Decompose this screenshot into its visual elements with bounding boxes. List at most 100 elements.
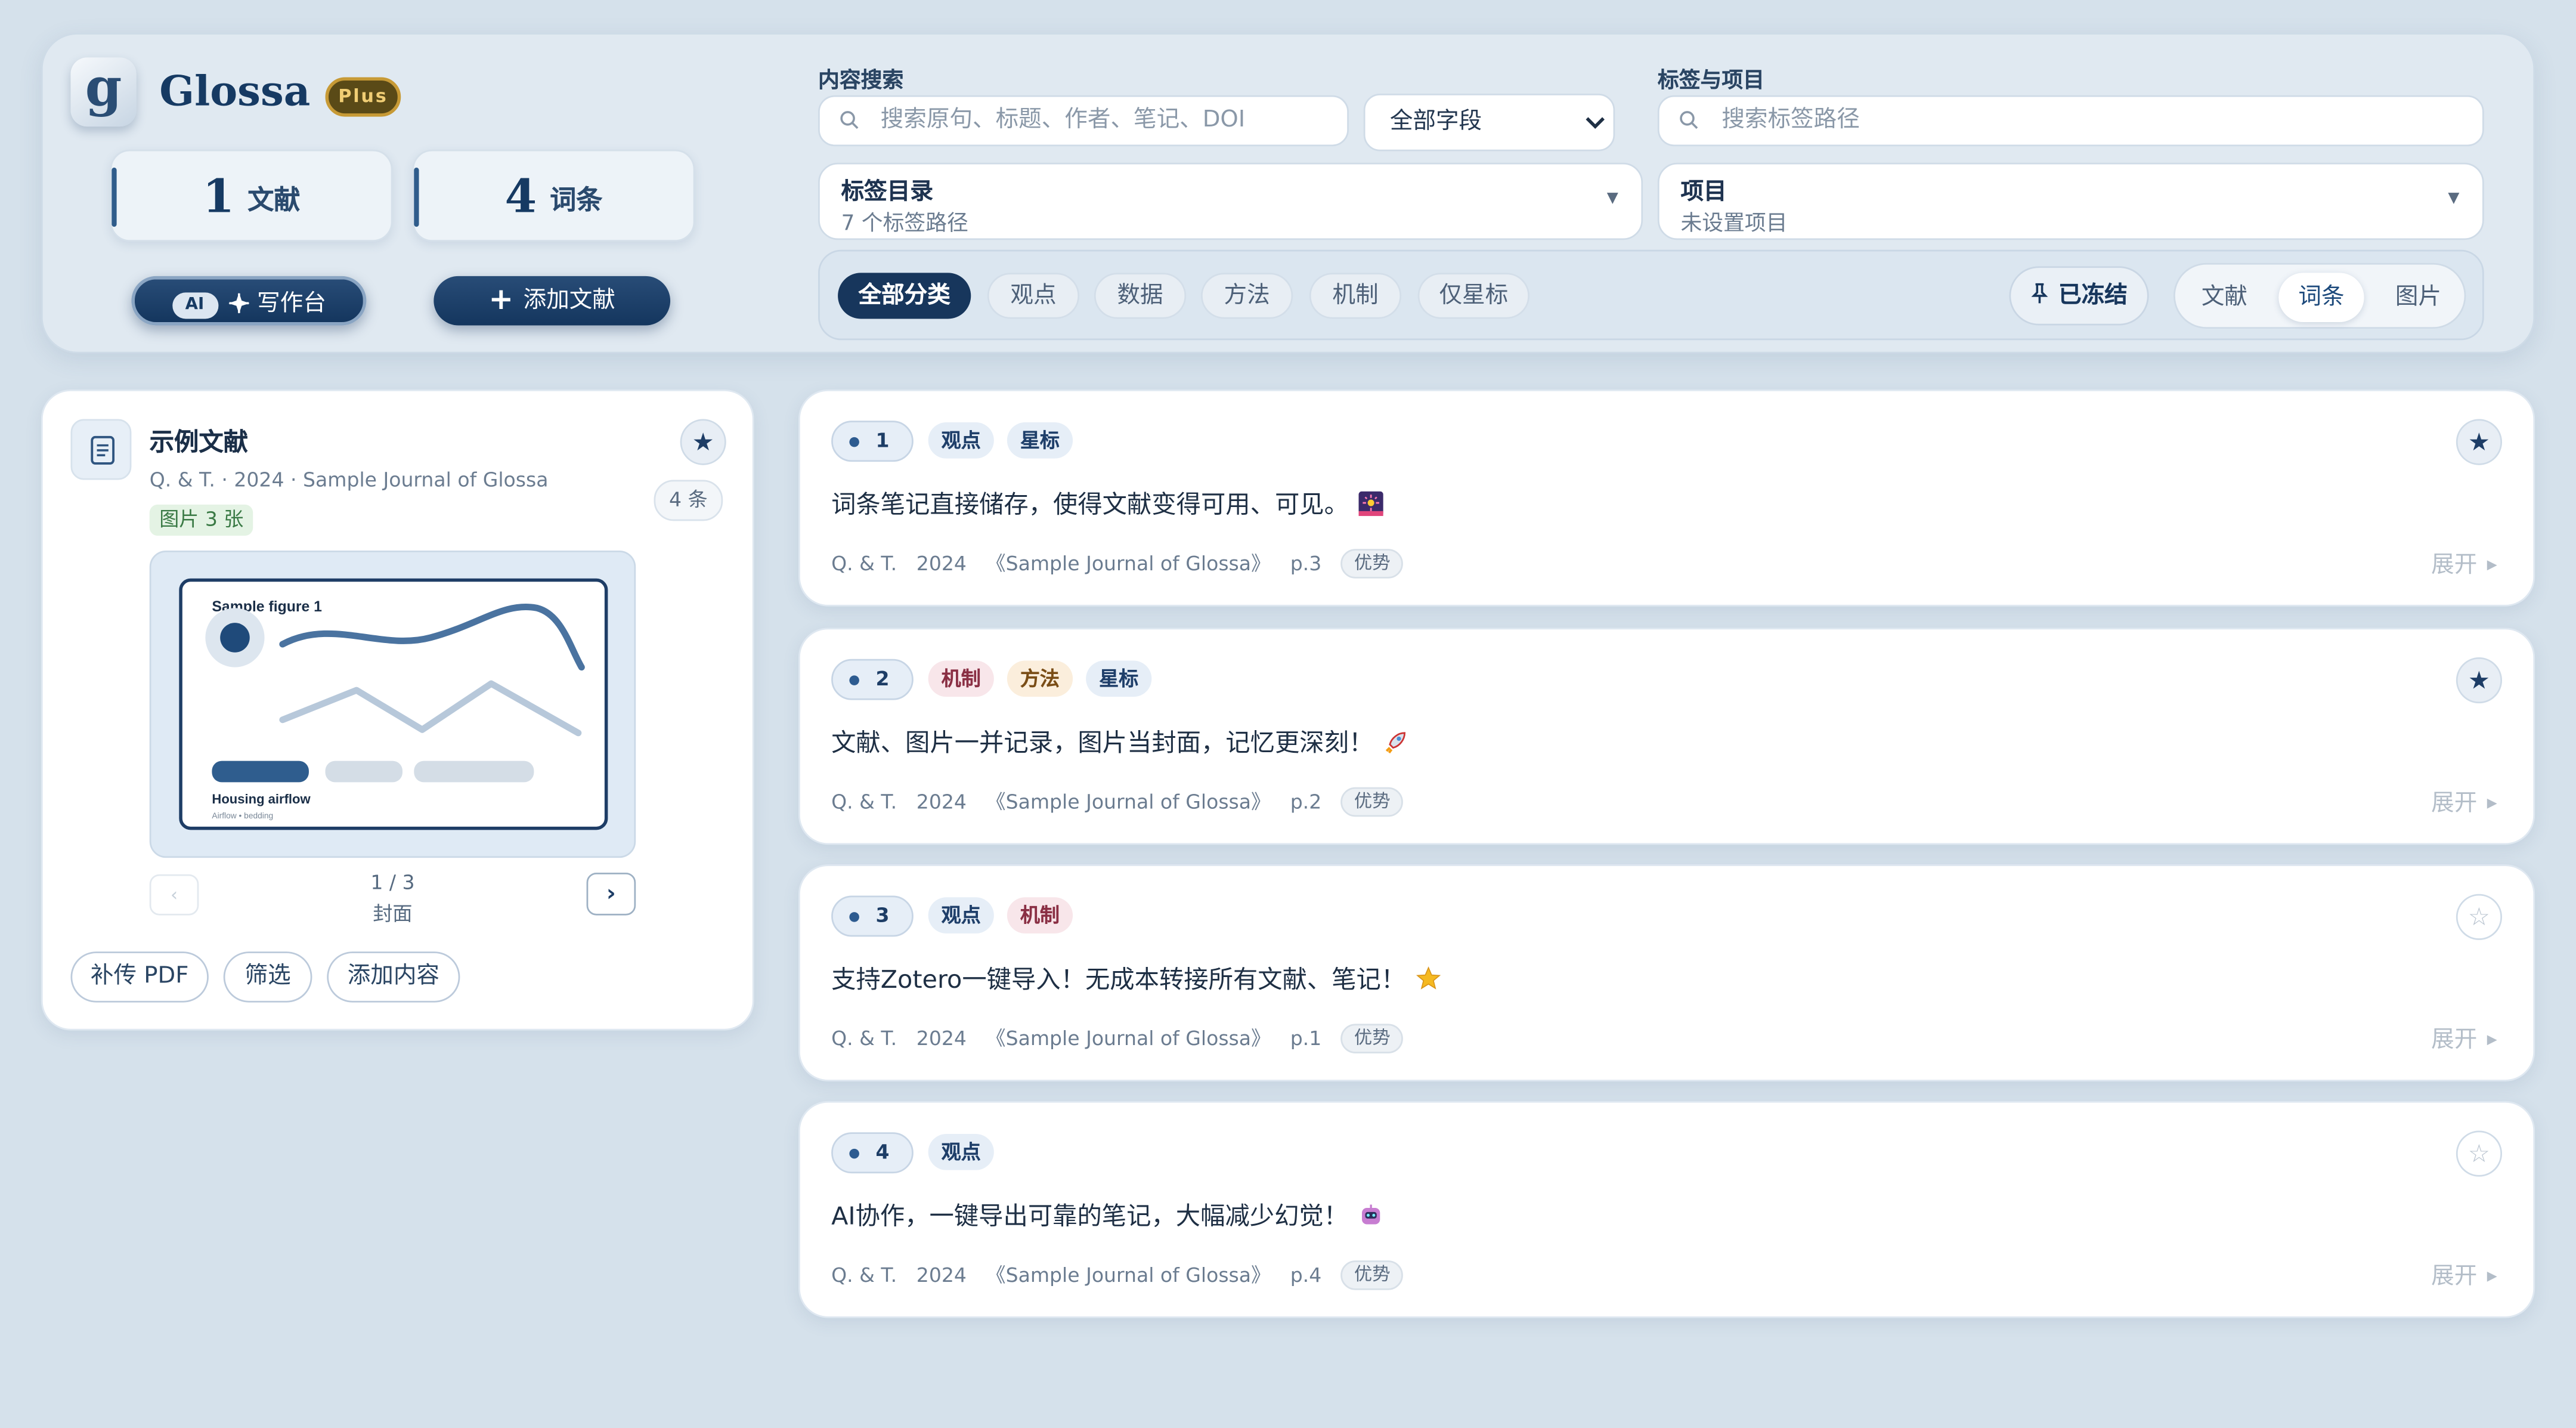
search-field-select[interactable]: 全部字段 bbox=[1363, 94, 1615, 152]
entry-citation: Q. & T. 2024 《Sample Journal of Glossa》 … bbox=[831, 1260, 1417, 1290]
fireworks-icon bbox=[1358, 491, 1383, 517]
category-viewpoint[interactable]: 观点 bbox=[987, 273, 1080, 319]
category-all[interactable]: 全部分类 bbox=[838, 273, 971, 319]
category-mechanism[interactable]: 机制 bbox=[1309, 273, 1402, 319]
category-method[interactable]: 方法 bbox=[1200, 273, 1293, 319]
star-icon: ★ bbox=[692, 427, 714, 457]
add-content-button[interactable]: 添加内容 bbox=[327, 951, 460, 1003]
search-field-value: 全部字段 bbox=[1389, 108, 1482, 135]
entry-tag[interactable]: 方法 bbox=[1007, 660, 1073, 697]
caret-down-icon: ▼ bbox=[2448, 190, 2460, 208]
stat-documents[interactable]: 1 文献 bbox=[110, 149, 393, 242]
star-icon: ☆ bbox=[2467, 1139, 2490, 1169]
caret-right-icon: ▶ bbox=[2487, 1268, 2497, 1284]
entry-expand-button[interactable]: 展开 ▶ bbox=[2431, 547, 2497, 580]
entry-expand-button[interactable]: 展开 ▶ bbox=[2431, 786, 2497, 818]
content-search-input[interactable]: 搜索原句、标题、作者、笔记、DOI bbox=[818, 95, 1349, 147]
entry-tag[interactable]: 观点 bbox=[928, 422, 994, 459]
entry-card[interactable]: 3 观点 机制 ☆ 支持Zotero一键导入！无成本转接所有文献、笔记！ Q. &… bbox=[798, 864, 2535, 1081]
tag-search-input[interactable]: 搜索标签路径 bbox=[1657, 95, 2484, 147]
entry-card[interactable]: 4 观点 ☆ AI协作，一键导出可靠的笔记，大幅减少幻觉！ Q. & T. 20… bbox=[798, 1101, 2535, 1318]
entry-year: 2024 bbox=[916, 552, 967, 576]
project-value: 未设置项目 bbox=[1680, 212, 1788, 237]
frozen-toggle[interactable]: 已冻结 bbox=[2009, 266, 2149, 326]
add-document-button[interactable]: + 添加文献 bbox=[434, 276, 671, 326]
entry-tag[interactable]: 观点 bbox=[928, 897, 994, 934]
upload-pdf-button[interactable]: 补传 PDF bbox=[70, 951, 209, 1003]
entry-journal: 《Sample Journal of Glossa》 bbox=[986, 790, 1271, 814]
expand-label: 展开 bbox=[2431, 790, 2478, 817]
entry-number: 3 bbox=[875, 904, 890, 927]
entry-count-badge: 4 条 bbox=[654, 480, 723, 521]
entry-star-button[interactable]: ☆ bbox=[2456, 894, 2503, 940]
logo-icon: g bbox=[70, 57, 137, 127]
entry-journal: 《Sample Journal of Glossa》 bbox=[986, 1027, 1271, 1050]
tag-directory-dropdown[interactable]: 标签目录 7 个标签路径 ▼ bbox=[818, 162, 1643, 240]
content-search-label: 内容搜索 bbox=[818, 69, 904, 94]
tab-entries[interactable]: 词条 bbox=[2278, 273, 2364, 322]
ai-badge: AI bbox=[171, 292, 218, 319]
entry-author: Q. & T. bbox=[831, 1027, 897, 1050]
previous-image-button[interactable]: ‹ bbox=[149, 874, 199, 916]
expand-label: 展开 bbox=[2431, 552, 2478, 579]
category-starred-only[interactable]: 仅星标 bbox=[1417, 273, 1530, 319]
project-title: 项目 bbox=[1680, 179, 1727, 206]
expand-label: 展开 bbox=[2431, 1027, 2478, 1054]
entry-author: Q. & T. bbox=[831, 1263, 897, 1287]
entry-tag[interactable]: 星标 bbox=[1086, 660, 1152, 697]
caret-right-icon: ▶ bbox=[2487, 1032, 2497, 1047]
entry-star-button[interactable]: ★ bbox=[2456, 657, 2503, 704]
tag-directory-count: 7 个标签路径 bbox=[841, 212, 968, 237]
entry-citation: Q. & T. 2024 《Sample Journal of Glossa》 … bbox=[831, 1024, 1417, 1054]
category-data[interactable]: 数据 bbox=[1094, 273, 1187, 319]
app-root: g Glossa Plus 1 文献 4 词条 AI 写作台 + 添加文献 内容搜索 搜… bbox=[0, 0, 2576, 1428]
workbench-button[interactable]: AI 写作台 bbox=[131, 276, 367, 326]
stat-documents-count: 1 bbox=[202, 169, 235, 224]
app-name: Glossa bbox=[159, 67, 311, 115]
figure-caption: Housing airflow bbox=[212, 792, 311, 806]
view-switcher: 文献 词条 图片 bbox=[2173, 262, 2466, 329]
entry-advantage-badge: 优势 bbox=[1340, 1024, 1404, 1054]
entry-number-badge: 4 bbox=[831, 1132, 914, 1174]
entry-card[interactable]: 1 观点 星标 ★ 词条笔记直接储存，使得文献变得可用、可见。 Q. & T. 2… bbox=[798, 389, 2535, 607]
entry-text: AI协作，一键导出可靠的笔记，大幅减少幻觉！ bbox=[831, 1201, 1349, 1231]
document-card[interactable]: 示例文献 Q. & T. · 2024 · Sample Journal of … bbox=[41, 389, 754, 1031]
page-indicator: 1 / 3 bbox=[370, 871, 415, 894]
add-document-label: 添加文献 bbox=[523, 288, 615, 314]
next-image-button[interactable]: › bbox=[586, 872, 636, 916]
tag-directory-title: 标签目录 bbox=[841, 179, 933, 206]
entry-tag[interactable]: 机制 bbox=[1007, 897, 1073, 934]
entry-tag[interactable]: 机制 bbox=[928, 660, 994, 697]
document-title: 示例文献 bbox=[149, 427, 249, 457]
document-star-button[interactable]: ★ bbox=[680, 419, 726, 465]
entry-author: Q. & T. bbox=[831, 790, 897, 814]
entry-star-button[interactable]: ★ bbox=[2456, 419, 2503, 465]
entry-advantage-badge: 优势 bbox=[1340, 549, 1404, 579]
document-icon bbox=[70, 419, 132, 480]
stat-documents-label: 文献 bbox=[247, 184, 301, 215]
entry-tag[interactable]: 星标 bbox=[1007, 422, 1073, 459]
project-dropdown[interactable]: 项目 未设置项目 ▼ bbox=[1657, 162, 2484, 240]
sparkle-icon bbox=[227, 292, 249, 314]
entry-expand-button[interactable]: 展开 ▶ bbox=[2431, 1259, 2497, 1291]
entry-author: Q. & T. bbox=[831, 552, 897, 576]
entry-card[interactable]: 2 机制 方法 星标 ★ 文献、图片一并记录，图片当封面，记忆更深刻！ Q. & T… bbox=[798, 628, 2535, 845]
chevron-down-icon bbox=[1586, 117, 1605, 129]
figure-carousel[interactable]: Sample figure 1 Housing airflow Airflow … bbox=[149, 550, 636, 858]
header-panel: g Glossa Plus 1 文献 4 词条 AI 写作台 + 添加文献 内容搜索 搜… bbox=[41, 33, 2535, 354]
caret-down-icon: ▼ bbox=[1606, 190, 1618, 208]
entry-year: 2024 bbox=[916, 790, 967, 814]
entry-tag[interactable]: 观点 bbox=[928, 1134, 994, 1170]
tab-documents[interactable]: 文献 bbox=[2184, 273, 2266, 322]
stat-entries[interactable]: 4 词条 bbox=[412, 149, 695, 242]
entry-star-button[interactable]: ☆ bbox=[2456, 1130, 2503, 1177]
entry-citation: Q. & T. 2024 《Sample Journal of Glossa》 … bbox=[831, 549, 1417, 579]
rocket-icon bbox=[1383, 730, 1408, 754]
entry-expand-button[interactable]: 展开 ▶ bbox=[2431, 1022, 2497, 1055]
caret-right-icon: ▶ bbox=[2487, 557, 2497, 572]
filter-button[interactable]: 筛选 bbox=[223, 951, 312, 1003]
entry-page: p.3 bbox=[1290, 552, 1322, 576]
tab-images[interactable]: 图片 bbox=[2377, 273, 2460, 322]
entry-number-badge: 3 bbox=[831, 895, 914, 937]
entry-advantage-badge: 优势 bbox=[1340, 787, 1404, 817]
